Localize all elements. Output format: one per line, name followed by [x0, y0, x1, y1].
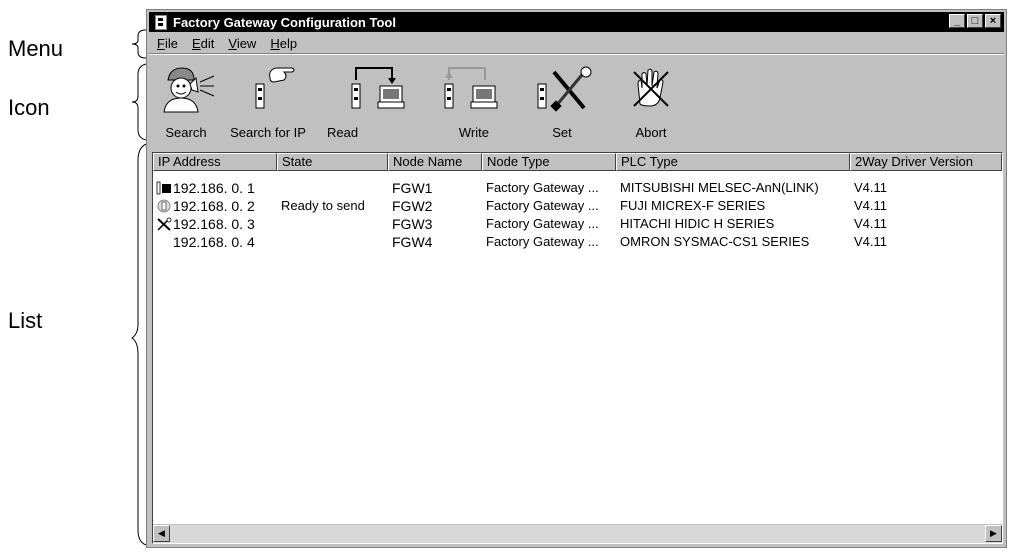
search-person-icon [163, 67, 215, 113]
annotation-icon: Icon [8, 95, 50, 120]
menu-separator [149, 53, 1004, 55]
maximize-button[interactable]: □ [967, 14, 983, 28]
cell-plc-type: MITSUBISHI MELSEC-AnN(LINK) [620, 180, 819, 195]
node-list[interactable]: IP Address State Node Name Node Type PLC… [152, 152, 1003, 544]
abort-hand-icon [633, 68, 669, 107]
device-icon [156, 181, 171, 195]
write-button[interactable]: Write [431, 58, 503, 146]
column-ip-address[interactable]: IP Address [153, 153, 277, 171]
list-header: IP Address State Node Name Node Type PLC… [153, 153, 1002, 171]
scroll-right-button[interactable]: ▶ [985, 525, 1002, 542]
search-for-ip-button[interactable]: Search for IP [229, 58, 307, 146]
app-window: Factory Gateway Configuration Tool _ □ ×… [146, 9, 1007, 548]
menu-bar: File Edit View Help [149, 34, 1004, 52]
cell-node-type: Factory Gateway ... [486, 234, 599, 249]
wrench-screwdriver-icon [537, 66, 592, 112]
cell-node-type: Factory Gateway ... [486, 180, 599, 195]
cell-ip: 192.168. 0. 3 [173, 216, 255, 232]
cell-version: V4.11 [854, 234, 888, 249]
read-device-icon [351, 67, 405, 109]
horizontal-scrollbar[interactable]: ◀ ▶ [153, 524, 1002, 543]
app-icon [155, 14, 167, 30]
menu-view[interactable]: View [228, 36, 256, 51]
menu-help[interactable]: Help [270, 36, 297, 51]
cell-version: V4.11 [854, 198, 888, 213]
cell-plc-type: FUJI MICREX-F SERIES [620, 198, 766, 213]
cell-node-name: FGW1 [392, 180, 433, 196]
search-for-ip-label: Search for IP [230, 125, 306, 140]
column-state[interactable]: State [277, 153, 388, 171]
list-row[interactable]: 192.168. 0. 4 FGW4 Factory Gateway ... O… [153, 233, 1002, 251]
cell-node-name: FGW3 [392, 216, 433, 232]
abort-button[interactable]: Abort [621, 58, 681, 146]
write-device-icon [444, 67, 498, 109]
title-bar: Factory Gateway Configuration Tool _ □ × [149, 12, 1004, 32]
column-2way-driver-version[interactable]: 2Way Driver Version [850, 153, 1002, 171]
cell-ip: 192.168. 0. 4 [173, 234, 255, 250]
list-row[interactable]: 192.168. 0. 3 FGW3 Factory Gateway ... H… [153, 215, 1002, 233]
search-label: Search [165, 125, 207, 140]
cell-ip: 192.186. 0. 1 [173, 180, 255, 196]
cell-node-type: Factory Gateway ... [486, 198, 599, 213]
cell-node-type: Factory Gateway ... [486, 216, 599, 231]
minimize-button[interactable]: _ [949, 14, 965, 28]
read-label: Read [327, 125, 359, 140]
menu-edit[interactable]: Edit [192, 36, 214, 51]
cell-ip: 192.168. 0. 2 [173, 198, 255, 214]
close-button[interactable]: × [985, 14, 1001, 28]
toolbar: Search Search for IP Read Write Set Abor… [149, 58, 1004, 148]
list-row[interactable]: 192.186. 0. 1 FGW1 Factory Gateway ... M… [153, 179, 1002, 197]
search-button[interactable]: Search [155, 58, 217, 146]
scroll-left-button[interactable]: ◀ [153, 525, 170, 542]
column-node-name[interactable]: Node Name [388, 153, 482, 171]
pointing-hand-icon [255, 67, 295, 109]
list-brace [131, 143, 147, 546]
set-button[interactable]: Set [527, 58, 597, 146]
menu-file[interactable]: File [157, 36, 178, 51]
cell-version: V4.11 [854, 180, 888, 195]
ready-send-icon [157, 199, 171, 213]
tools-icon [157, 217, 172, 231]
read-button[interactable]: Read [327, 58, 409, 146]
abort-label: Abort [635, 125, 667, 140]
cell-state: Ready to send [281, 198, 365, 213]
list-row[interactable]: 192.168. 0. 2 Ready to send FGW2 Factory… [153, 197, 1002, 215]
annotation-list: List [8, 308, 43, 333]
icon-brace [131, 63, 147, 141]
cell-node-name: FGW4 [392, 234, 433, 250]
cell-plc-type: HITACHI HIDIC H SERIES [620, 216, 775, 231]
cell-version: V4.11 [854, 216, 888, 231]
annotation-menu: Menu [8, 36, 64, 61]
column-plc-type[interactable]: PLC Type [616, 153, 850, 171]
column-node-type[interactable]: Node Type [482, 153, 616, 171]
menu-brace [131, 29, 147, 59]
cell-node-name: FGW2 [392, 198, 433, 214]
write-label: Write [458, 125, 489, 140]
set-label: Set [552, 125, 572, 140]
cell-plc-type: OMRON SYSMAC-CS1 SERIES [620, 234, 810, 249]
window-title: Factory Gateway Configuration Tool [173, 14, 396, 30]
